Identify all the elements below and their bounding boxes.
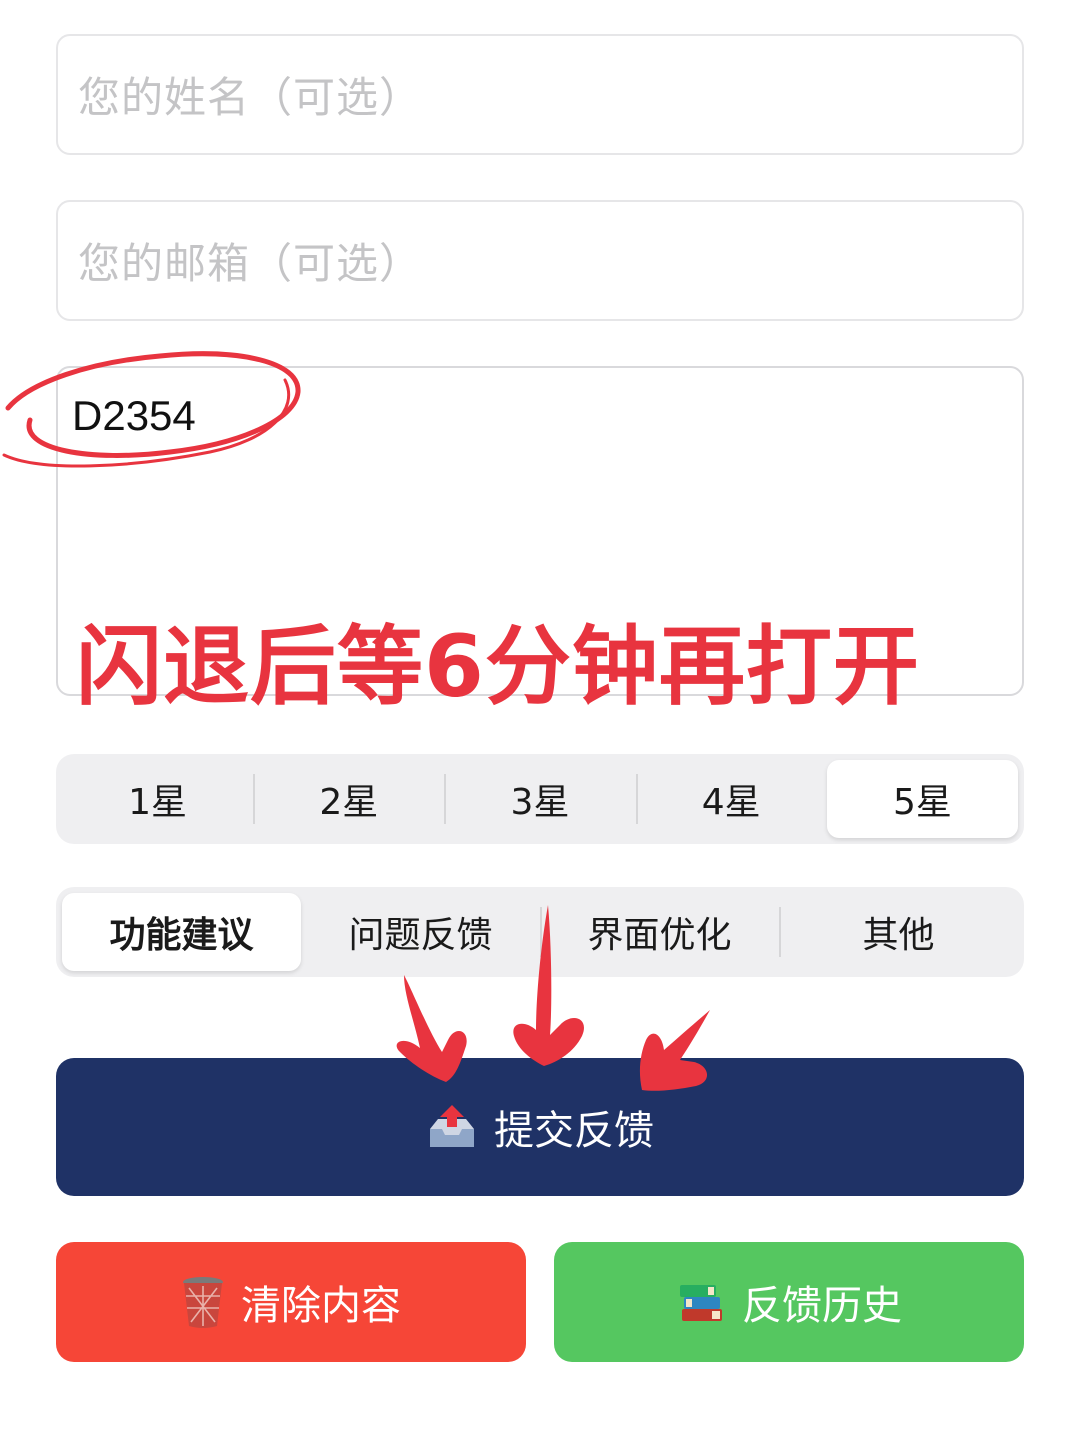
email-input[interactable]: 您的邮箱（可选）	[56, 200, 1024, 321]
name-input[interactable]: 您的姓名（可选）	[56, 34, 1024, 155]
rating-option-3[interactable]: 3星	[444, 760, 635, 838]
submit-feedback-label: 提交反馈	[494, 1108, 654, 1154]
submit-feedback-button[interactable]: 提交反馈	[56, 1058, 1024, 1196]
annotation-text: 闪退后等6分钟再打开	[76, 617, 920, 717]
category-other[interactable]: 其他	[779, 893, 1018, 971]
category-selector: 功能建议 问题反馈 界面优化 其他	[56, 887, 1024, 977]
category-feature-suggestion[interactable]: 功能建议	[62, 893, 301, 971]
clear-content-label: 清除内容	[241, 1283, 401, 1329]
rating-option-5[interactable]: 5星	[826, 760, 1019, 838]
rating-option-1[interactable]: 1星	[62, 760, 253, 838]
wastebasket-icon	[181, 1274, 225, 1330]
books-icon	[676, 1277, 726, 1327]
rating-option-2[interactable]: 2星	[253, 760, 444, 838]
rating-option-4[interactable]: 4星	[635, 760, 827, 838]
category-issue-report[interactable]: 问题反馈	[301, 893, 540, 971]
feedback-history-button[interactable]: 反馈历史	[554, 1242, 1024, 1362]
feedback-textarea-value: D2354	[72, 392, 196, 439]
category-ui-improvement[interactable]: 界面优化	[540, 893, 779, 971]
star-rating-selector: 1星 2星 3星 4星 5星	[56, 754, 1024, 844]
feedback-history-label: 反馈历史	[742, 1283, 902, 1329]
email-input-placeholder: 您的邮箱（可选）	[78, 239, 423, 288]
name-input-placeholder: 您的姓名（可选）	[78, 73, 423, 122]
outbox-tray-icon	[426, 1101, 478, 1153]
clear-content-button[interactable]: 清除内容	[56, 1242, 526, 1362]
